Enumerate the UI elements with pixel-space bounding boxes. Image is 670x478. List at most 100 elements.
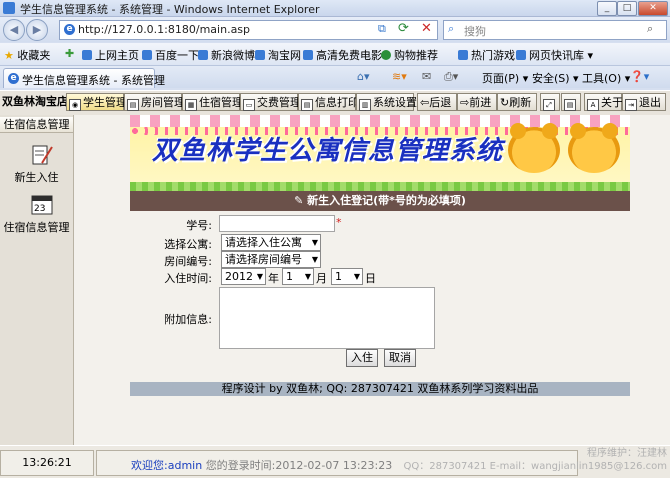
room-label: 房间编号: [164,255,212,268]
link-icon [255,50,265,60]
lodging-icon: ▦ [185,99,197,111]
address-bar[interactable]: e http://127.0.0.1:8180/main.asp ⧉ ⟳ ✕ [59,20,438,40]
menu-lodging[interactable]: ▦ 住宿管理 [182,93,243,111]
fav-link[interactable]: 淘宝网 [255,47,301,63]
fav-link[interactable]: 上网主页 [82,47,139,63]
room-select[interactable]: 请选择房间编号 ▼ [221,251,321,268]
search-go-icon[interactable]: ⌕ [647,22,653,36]
sidebar-item-lodging-info[interactable]: 住宿信息管理 [0,219,73,235]
about-icon: A [587,99,599,111]
fav-link[interactable]: 网页快讯库 ▾ [516,47,593,63]
address-row: ◀ ▶ e http://127.0.0.1:8180/main.asp ⧉ ⟳… [0,17,670,42]
stop-icon[interactable]: ✕ [421,21,432,36]
tab-page-icon: e [8,73,19,84]
username: admin [167,459,203,472]
tools-menu[interactable]: 工具(O) ▾ [582,70,630,86]
apartment-select[interactable]: 请选择入住公寓 ▼ [221,234,321,251]
print-icon[interactable]: ⎙▾ [444,70,458,84]
add-favorite-icon[interactable]: ✚ [65,47,74,60]
link-icon [458,50,468,60]
fav-link[interactable]: 热门游戏 [458,47,515,63]
fullscreen-button[interactable]: ⤢ [540,93,560,111]
logout-button[interactable]: ⇥ 退出 [622,93,666,111]
maximize-button[interactable]: □ [617,1,637,16]
room-icon: ▤ [127,99,139,111]
month-select[interactable]: 1 ▼ [282,268,314,285]
clock: 13:26:21 [0,450,94,476]
help-menu[interactable]: ❓▾ [630,70,649,83]
link-icon [142,50,152,60]
date-label: 入住时间: [164,272,212,285]
year-select[interactable]: 2012 ▼ [221,268,266,285]
mail-icon[interactable]: ✉ [422,70,431,83]
about-button[interactable]: A 关于 [584,93,623,111]
refresh-page-icon: ↻ [500,96,510,109]
day-unit: 日 [365,272,376,285]
feeds-icon[interactable]: ≋▾ [392,70,407,83]
fav-link[interactable]: 高清免费电影 [303,47,382,63]
menu-settings[interactable]: ▥ 系统设置 [356,93,417,111]
chevron-down-icon: ▼ [311,238,318,247]
compat-view-icon[interactable]: ⧉ [378,22,386,36]
forward-button[interactable]: ⇨前进 [457,93,497,111]
fav-link[interactable]: 新浪微博 [198,47,255,63]
refresh-icon[interactable]: ⟳ [398,21,409,36]
menu-fees[interactable]: ▭ 交费管理 [240,93,301,111]
window-title: 学生信息管理系统 - 系统管理 - Windows Internet Explo… [20,3,320,16]
svg-text:23: 23 [34,204,45,214]
app-toolbar: 双鱼林淘宝店 ◉ 学生管理 ▤ 房间管理 ▦ 住宿管理 ▭ 交费管理 ▤ 信息打印 ▥ 系统… [0,90,670,116]
welcome-prefix: 欢迎您: [131,459,168,472]
fav-link[interactable]: 购物推荐 [381,47,438,63]
favorites-label: 收藏夹 [17,49,51,62]
notes-label: 附加信息: [164,313,212,326]
page-icon: e [64,24,75,35]
address-url: http://127.0.0.1:8180/main.asp [78,23,251,36]
cancel-button[interactable]: 取消 [384,349,416,367]
credits-line2: QQ：287307421 E-mail：wangjianlin1985@126.… [403,461,667,472]
back-button[interactable]: ⇦后退 [417,93,457,111]
browser-tab[interactable]: e 学生信息管理系统 - 系统管理 [3,68,165,88]
sidebar-item-new-student[interactable]: 新生入住 [0,169,73,185]
credits-line1: 程序维护：汪建林 [587,448,667,459]
system-banner: 双鱼林学生公寓信息管理系统 [130,115,630,192]
status-bar: 13:26:21 欢迎您:admin 您的登录时间:2012-02-07 13:… [0,445,670,478]
submit-button[interactable]: 入住 [346,349,378,367]
layout-button[interactable]: ▤ [561,93,581,111]
chevron-down-icon: ▼ [256,272,263,281]
menu-print[interactable]: ▤ 信息打印 [298,93,359,111]
chevron-down-icon: ▼ [353,272,360,281]
search-box[interactable]: ⌕ 搜狗 ⌕ [443,20,667,40]
forward-nav-icon[interactable]: ▶ [26,19,48,41]
month-unit: 月 [316,272,327,285]
bear-mascot-icon [508,123,560,173]
globe-icon [381,50,391,60]
menu-room[interactable]: ▤ 房间管理 [124,93,185,111]
link-icon [82,50,92,60]
student-id-input[interactable] [219,215,335,232]
refresh-button[interactable]: ↻刷新 [497,93,537,111]
notes-textarea[interactable] [219,287,435,349]
content-area: 住宿信息管理 新生入住 23 住宿信息管理 双鱼林学生公寓信息管理系统 ✎ 新生… [0,115,670,445]
minimize-button[interactable]: _ [597,1,617,16]
bear-mascot-icon [568,123,620,173]
arrow-left-icon: ⇦ [420,96,430,109]
page-menu[interactable]: 页面(P) ▾ [482,70,528,86]
day-select[interactable]: 1 ▼ [331,268,363,285]
register-doc-icon[interactable] [30,143,54,167]
edit-icon: ✎ [294,194,304,207]
chevron-down-icon: ▼ [304,272,311,281]
window-title-bar: 学生信息管理系统 - 系统管理 - Windows Internet Explo… [0,0,670,17]
back-nav-icon[interactable]: ◀ [3,19,25,41]
calendar-book-icon[interactable]: 23 [30,193,54,217]
close-window-button[interactable]: ✕ [638,1,668,16]
home-icon[interactable]: ⌂▾ [357,70,370,83]
brand-link[interactable]: 双鱼林淘宝店 [0,93,68,111]
safety-menu[interactable]: 安全(S) ▾ [532,70,579,86]
form-heading: 新生入住登记(带*号的为必填项) [307,194,466,207]
apartment-label: 选择公寓: [164,238,212,251]
favorites-button[interactable]: ★ 收藏夹 [4,47,50,63]
fav-link[interactable]: 百度一下 [142,47,199,63]
exit-icon: ⇥ [625,99,637,111]
menu-student[interactable]: ◉ 学生管理 [66,93,127,111]
settings-icon: ▥ [359,99,371,111]
